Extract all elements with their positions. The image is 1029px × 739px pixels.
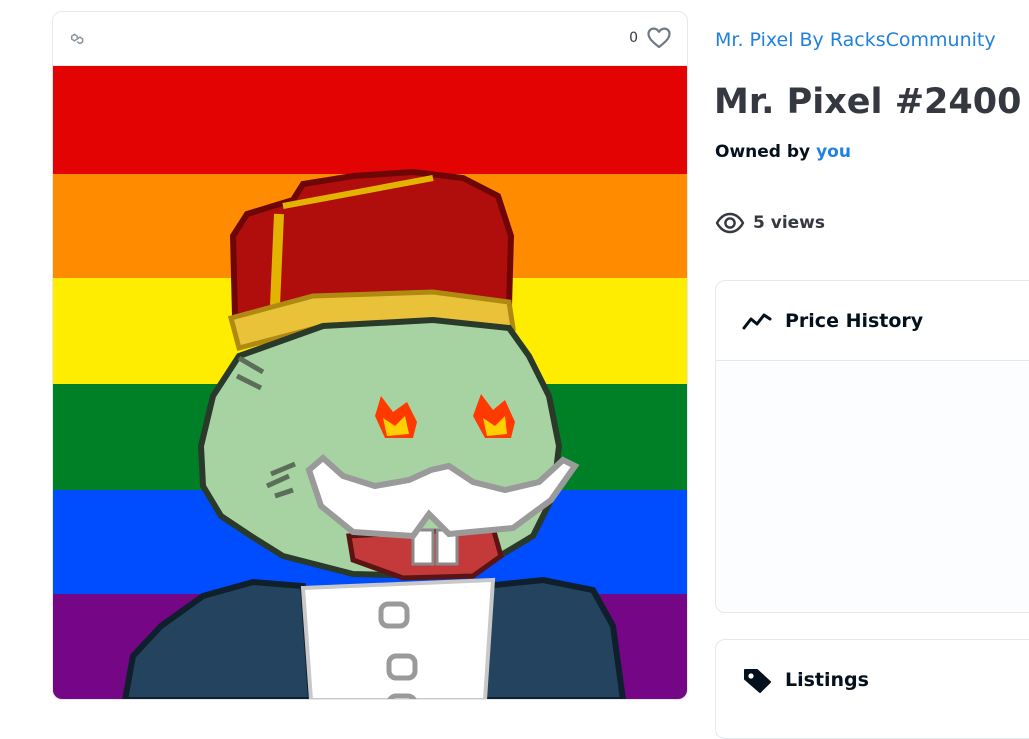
price-history-body (716, 361, 1029, 612)
view-count: 5 views (715, 210, 825, 236)
price-history-title: Price History (785, 309, 924, 332)
price-history-panel: Price History (715, 280, 1029, 613)
owned-by: Owned by you (715, 142, 851, 162)
item-title: Mr. Pixel #2400 (714, 82, 1022, 122)
owner-link[interactable]: you (816, 142, 851, 162)
item-image-card: 0 (52, 11, 688, 700)
eye-icon (715, 212, 745, 234)
tag-icon (744, 669, 771, 693)
polygon-chain-icon (70, 33, 84, 45)
image-card-header: 0 (53, 12, 687, 66)
trend-line-icon (742, 313, 772, 329)
listings-title: Listings (785, 669, 869, 691)
nft-artwork-image[interactable] (53, 66, 688, 700)
views-text: 5 views (753, 213, 826, 233)
favorite-count: 0 (629, 30, 638, 46)
price-history-header[interactable]: Price History (716, 281, 1029, 361)
heart-icon[interactable] (646, 26, 672, 50)
listings-header[interactable]: Listings (716, 640, 1029, 720)
listings-panel: Listings (715, 639, 1029, 739)
owned-by-label: Owned by (715, 142, 811, 162)
collection-link[interactable]: Mr. Pixel By RacksCommunity (715, 29, 996, 51)
